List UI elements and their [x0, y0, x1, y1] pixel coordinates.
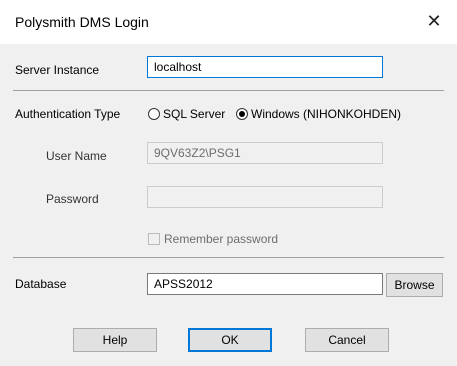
separator [13, 257, 444, 258]
radio-sql-server[interactable]: SQL Server [148, 107, 225, 121]
radio-windows[interactable]: Windows (NIHONKOHDEN) [236, 107, 401, 121]
authentication-type-label: Authentication Type [15, 107, 121, 121]
radio-sql-server-label: SQL Server [163, 107, 226, 121]
browse-button[interactable]: Browse [386, 273, 443, 297]
user-name-input[interactable]: 9QV63Z2\PSG1 [147, 142, 383, 164]
checkbox-icon [148, 233, 160, 245]
window-title: Polysmith DMS Login [15, 14, 149, 30]
server-instance-label: Server Instance [15, 63, 100, 77]
radio-checked-icon [236, 108, 248, 120]
radio-unchecked-icon [148, 108, 160, 120]
title-bar: Polysmith DMS Login ✕ [0, 0, 457, 44]
server-instance-input[interactable]: localhost [147, 56, 383, 78]
remember-password-label: Remember password [164, 232, 279, 246]
ok-button[interactable]: OK [188, 328, 272, 352]
cancel-button[interactable]: Cancel [305, 328, 389, 352]
separator [13, 90, 444, 91]
close-icon[interactable]: ✕ [411, 0, 457, 44]
radio-windows-label: Windows (NIHONKOHDEN) [251, 107, 402, 121]
database-input[interactable]: APSS2012 [147, 273, 383, 295]
database-label: Database [15, 277, 67, 291]
user-name-label: User Name [46, 149, 107, 163]
remember-password-checkbox[interactable]: Remember password [148, 232, 278, 246]
password-label: Password [46, 192, 99, 206]
password-input[interactable] [147, 186, 383, 208]
help-button[interactable]: Help [73, 328, 157, 352]
